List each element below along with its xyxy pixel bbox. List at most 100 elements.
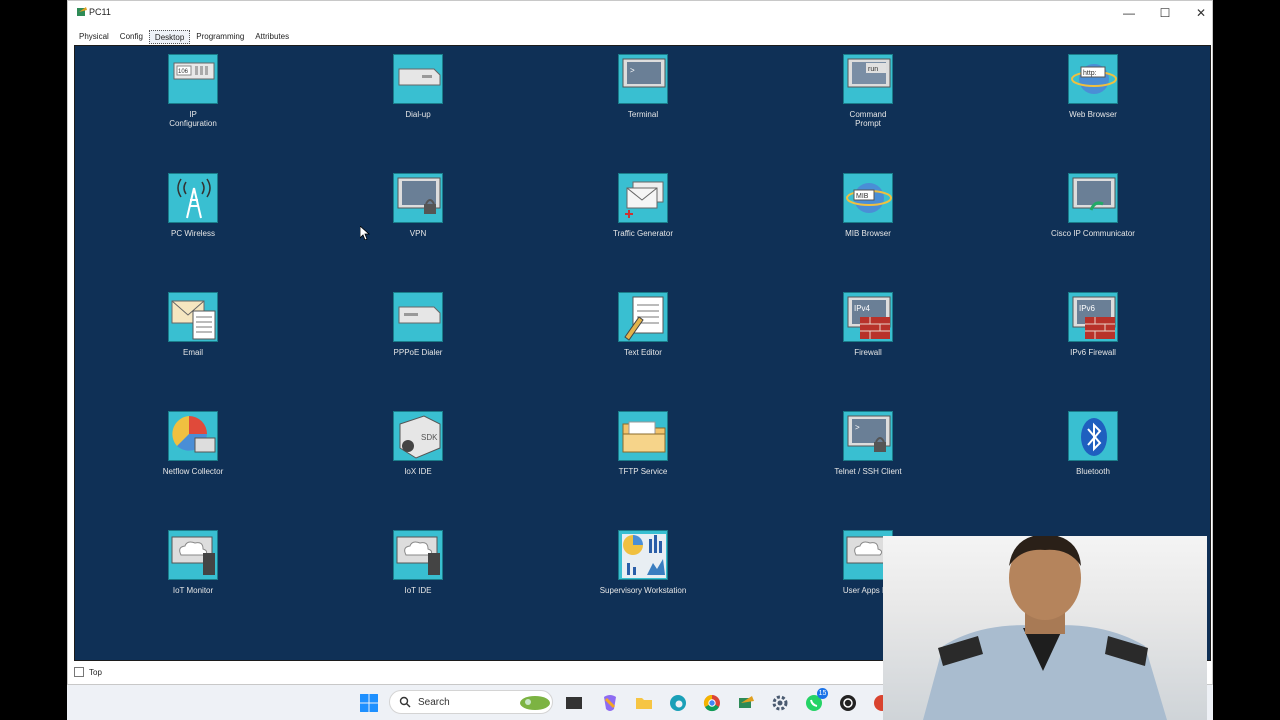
tab-physical[interactable]: Physical (74, 30, 114, 44)
file-explorer-icon[interactable] (634, 693, 654, 713)
app-label: Web Browser (1069, 110, 1117, 119)
pppoe-dialer-icon (393, 292, 443, 342)
app-terminal[interactable]: > Terminal (568, 54, 718, 119)
app-label: MIB Browser (845, 229, 891, 238)
app-icon (77, 7, 87, 16)
app-text-editor[interactable]: Text Editor (568, 292, 718, 357)
app-iox-ide[interactable]: SDK IoX IDE (343, 411, 493, 476)
top-checkbox[interactable] (74, 667, 84, 677)
person-video-icon (923, 536, 1167, 720)
telnet-ssh-icon: > (843, 411, 893, 461)
edge-icon[interactable] (668, 693, 688, 713)
netflow-collector-icon (168, 411, 218, 461)
app-iot-monitor[interactable]: IoT Monitor (118, 530, 268, 595)
top-checkbox-label: Top (89, 667, 102, 677)
taskbar-search[interactable]: Search (389, 690, 553, 714)
app-dial-up[interactable]: Dial-up (343, 54, 493, 119)
app-label: Email (182, 348, 203, 357)
svg-text:>: > (630, 66, 635, 75)
close-button[interactable]: ✕ (1183, 1, 1219, 25)
maximize-button[interactable]: ☐ (1147, 1, 1183, 25)
app-label: IoX IDE (404, 467, 432, 476)
app-label: TFTP Service (618, 467, 668, 476)
copilot-icon[interactable] (600, 693, 620, 713)
app-iot-ide[interactable]: IoT IDE (343, 530, 493, 595)
app-web-browser[interactable]: http: Web Browser (1018, 54, 1168, 119)
app-pc-wireless[interactable]: PC Wireless (118, 173, 268, 238)
svg-text:MIB: MIB (856, 193, 869, 200)
app-label: Supervisory Workstation (599, 586, 687, 595)
app-label: Bluetooth (1076, 467, 1110, 476)
app-label: Netflow Collector (162, 467, 224, 476)
app-label: Telnet / SSH Client (834, 467, 902, 476)
app-tftp-service[interactable]: TFTP Service (568, 411, 718, 476)
chrome-icon[interactable] (702, 693, 722, 713)
traffic-generator-icon (618, 173, 668, 223)
packet-tracer-icon[interactable] (736, 693, 756, 713)
firewall-icon: IPv4 (843, 292, 893, 342)
app-netflow-collector[interactable]: Netflow Collector (118, 411, 268, 476)
svg-text:106: 106 (178, 69, 189, 75)
search-highlight-icon (520, 696, 550, 710)
command-prompt-icon: run (843, 54, 893, 104)
app-label: IP Configuration (169, 110, 217, 128)
chatgpt-icon[interactable] (838, 693, 858, 713)
app-firewall[interactable]: IPv4 Firewall (793, 292, 943, 357)
window-title: PC11 (89, 7, 111, 17)
app-label: IoT Monitor (172, 586, 214, 595)
tab-bar: Physical Config Desktop Programming Attr… (74, 30, 295, 44)
app-label: Dial-up (405, 110, 431, 119)
minimize-button[interactable]: — (1111, 1, 1147, 25)
ip-configuration-icon: 106 (168, 54, 218, 104)
app-ip-configuration[interactable]: 106 IP Configuration (118, 54, 268, 128)
app-label: Command Prompt (849, 110, 887, 128)
iot-monitor-icon (168, 530, 218, 580)
search-icon (399, 696, 411, 708)
webcam-overlay (883, 536, 1207, 720)
svg-text:IPv4: IPv4 (854, 304, 871, 313)
iot-ide-icon (393, 530, 443, 580)
ip-communicator-icon (1068, 173, 1118, 223)
modem-icon (393, 54, 443, 104)
tab-attributes[interactable]: Attributes (250, 30, 294, 44)
always-on-top-row: Top (74, 665, 102, 679)
wireless-antenna-icon (168, 173, 218, 223)
app-label: Traffic Generator (612, 229, 674, 238)
app-label: Terminal (627, 110, 659, 119)
app-email[interactable]: Email (118, 292, 268, 357)
tab-config[interactable]: Config (115, 30, 148, 44)
app-mib-browser[interactable]: MIB MIB Browser (793, 173, 943, 238)
tab-programming[interactable]: Programming (191, 30, 249, 44)
svg-text:run: run (868, 66, 878, 73)
app-label: PC Wireless (170, 229, 215, 238)
app-telnet-ssh-client[interactable]: > Telnet / SSH Client (793, 411, 943, 476)
web-browser-icon: http: (1068, 54, 1118, 104)
app-cisco-ip-communicator[interactable]: Cisco IP Communicator (1018, 173, 1168, 238)
app-pppoe-dialer[interactable]: PPPoE Dialer (343, 292, 493, 357)
svg-text:>: > (855, 423, 860, 432)
notification-badge: 15 (817, 688, 828, 699)
text-editor-icon (618, 292, 668, 342)
bluetooth-icon (1068, 411, 1118, 461)
tab-desktop[interactable]: Desktop (148, 30, 191, 44)
app-supervisory-workstation[interactable]: Supervisory Workstation (568, 530, 718, 595)
app-label: Firewall (854, 348, 882, 357)
iox-ide-icon: SDK (393, 411, 443, 461)
mib-browser-icon: MIB (843, 173, 893, 223)
app-label: IPv6 Firewall (1070, 348, 1116, 357)
mouse-cursor-icon (360, 226, 370, 240)
terminal-icon: > (618, 54, 668, 104)
app-command-prompt[interactable]: run Command Prompt (793, 54, 943, 128)
app-traffic-generator[interactable]: Traffic Generator (568, 173, 718, 238)
windows-start-icon[interactable] (359, 693, 379, 713)
svg-text:http:: http: (1083, 70, 1097, 77)
title-bar[interactable]: PC11 — ☐ ✕ (68, 1, 1212, 25)
app-bluetooth[interactable]: Bluetooth (1018, 411, 1168, 476)
app-label: IoT IDE (404, 586, 432, 595)
settings-gear-icon[interactable] (770, 693, 790, 713)
app-label: Cisco IP Communicator (1051, 229, 1135, 238)
terminal-app-icon[interactable] (564, 693, 584, 713)
app-label: Text Editor (624, 348, 662, 357)
app-ipv6-firewall[interactable]: IPv6 IPv6 Firewall (1018, 292, 1168, 357)
ipv6-firewall-icon: IPv6 (1068, 292, 1118, 342)
